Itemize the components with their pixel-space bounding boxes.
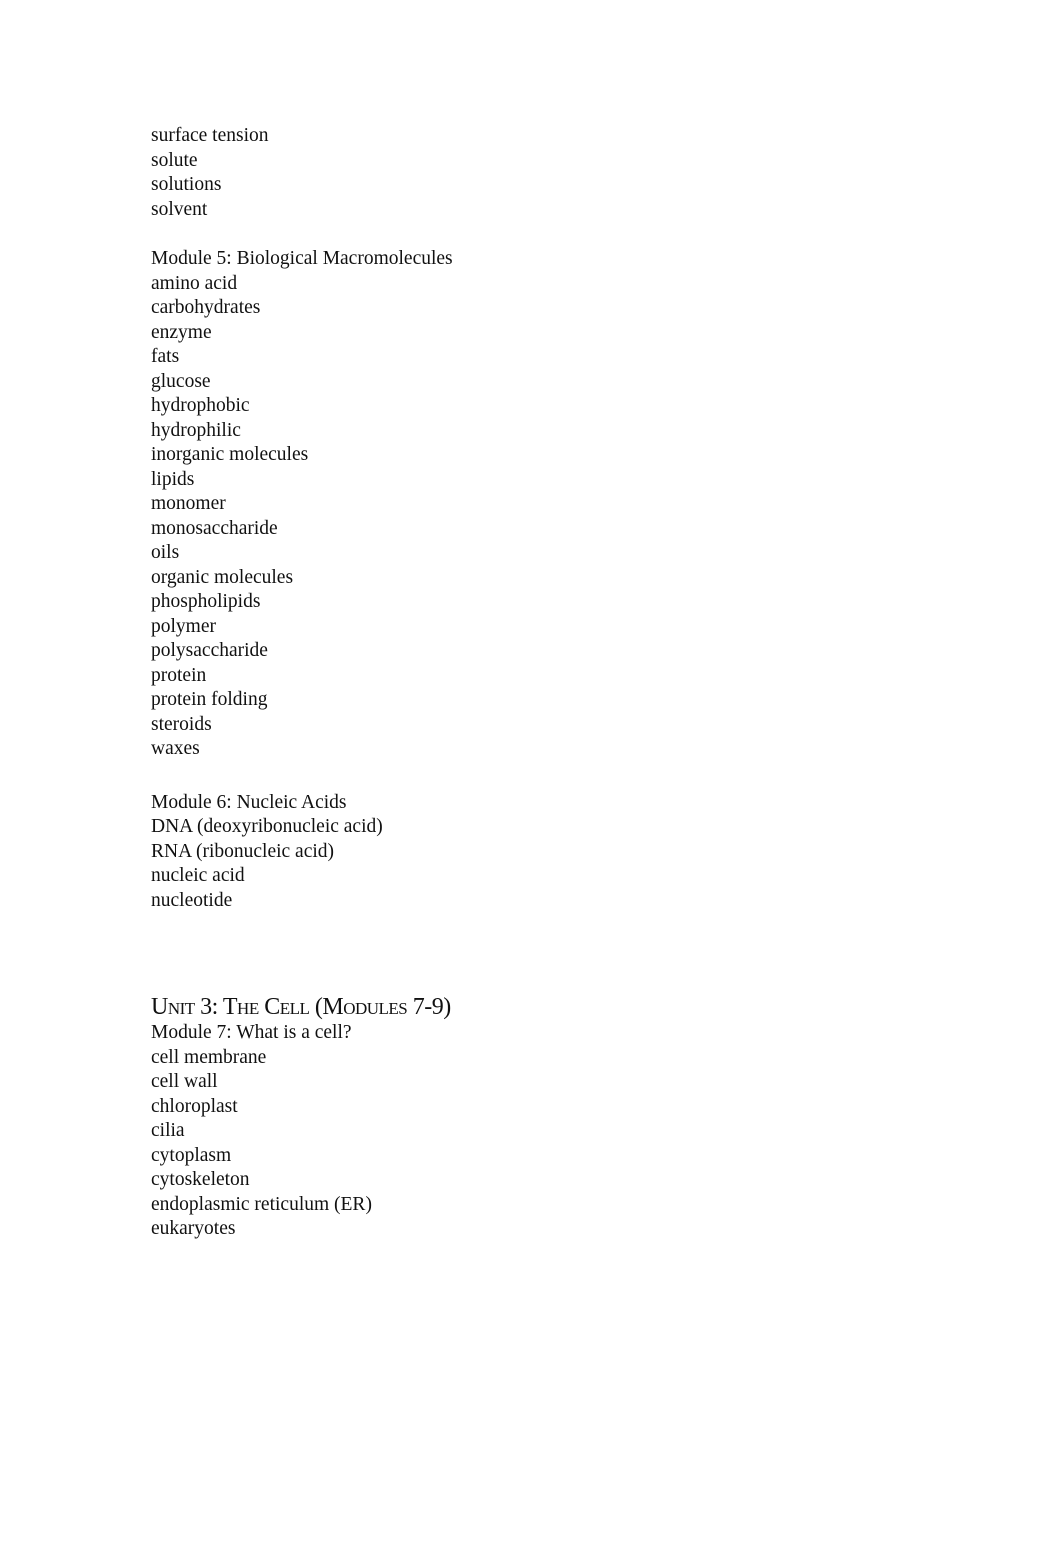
term: phospholipids (151, 591, 261, 612)
term: fats (151, 346, 180, 367)
term: amino acid (151, 272, 238, 294)
term: eukaryotes (151, 1218, 236, 1239)
term: glucose (151, 370, 211, 392)
term: nucleic acid (151, 865, 245, 886)
term: polysaccharide (151, 640, 268, 661)
document-page: surface tension solute solutions solvent… (151, 124, 951, 1242)
term: cell membrane (151, 1046, 267, 1068)
term: cytoskeleton (151, 1169, 250, 1190)
term: organic molecules (151, 566, 294, 588)
term: nucleotide (151, 889, 233, 911)
term: hydrophobic (151, 395, 250, 416)
term: surface tension (151, 125, 269, 146)
term: waxes (151, 738, 200, 759)
unit-3-section: Unit 3: The Cell (Modules 7-9) Module 7:… (151, 993, 951, 1242)
module-6-section: Module 6: Nucleic Acids DNA (deoxyribonu… (151, 791, 951, 914)
term-list-module-4: surface tension solute solutions solvent (151, 124, 951, 222)
term: lipids (151, 468, 195, 490)
term: chloroplast (151, 1095, 238, 1117)
term: monosaccharide (151, 517, 278, 539)
term: monomer (151, 493, 226, 514)
term: hydrophilic (151, 419, 241, 441)
module-heading: Module 7: What is a cell? (151, 1022, 352, 1043)
module-heading: Module 5: Biological Macromolecules (151, 248, 453, 269)
term: cilia (151, 1120, 185, 1141)
term: polymer (151, 615, 216, 637)
term: protein (151, 664, 207, 686)
term: inorganic molecules (151, 444, 309, 465)
term: RNA (ribonucleic acid) (151, 840, 335, 862)
term: solutions (151, 174, 222, 195)
term: cytoplasm (151, 1144, 232, 1166)
term: cell wall (151, 1071, 218, 1092)
unit-heading: Unit 3: The Cell (Modules 7-9) (151, 994, 451, 1020)
term: protein folding (151, 689, 268, 710)
term: oils (151, 542, 180, 563)
term: carbohydrates (151, 297, 261, 318)
module-5-section: Module 5: Biological Macromolecules amin… (151, 247, 951, 762)
term: solvent (151, 198, 208, 220)
term: steroids (151, 713, 212, 735)
term: solute (151, 149, 198, 171)
term: enzyme (151, 321, 212, 343)
term: endoplasmic reticulum (ER) (151, 1193, 372, 1215)
module-heading: Module 6: Nucleic Acids (151, 791, 347, 813)
term: DNA (deoxyribonucleic acid) (151, 816, 383, 837)
